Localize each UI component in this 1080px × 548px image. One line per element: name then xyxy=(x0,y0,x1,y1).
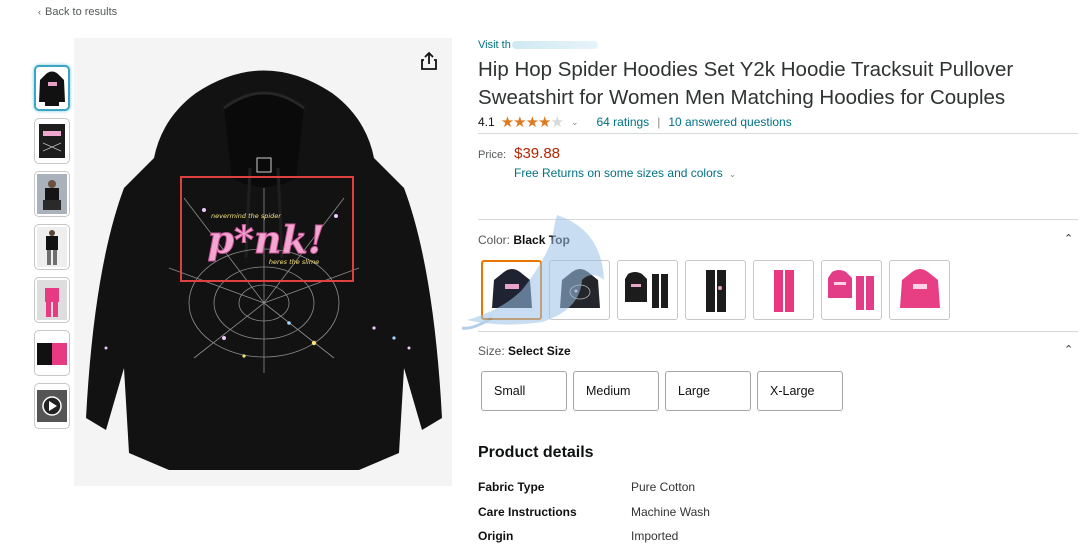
thumbnail-hoodie-detail[interactable] xyxy=(34,118,70,164)
hoodie-illustration: p*nk! nevermind the spider heres the sli… xyxy=(86,70,442,470)
size-small-button[interactable]: Small xyxy=(481,371,567,411)
chevron-up-icon[interactable]: ⌃ xyxy=(1064,343,1073,356)
ratings-count-link[interactable]: 64 ratings xyxy=(596,115,649,129)
thumbnail-pink-set[interactable] xyxy=(34,277,70,323)
hoodie-print-small-top: nevermind the spider xyxy=(211,212,282,220)
chevron-down-icon[interactable]: ⌄ xyxy=(571,117,579,128)
swatch-black-hoodie-back[interactable] xyxy=(549,260,610,320)
selected-color: Black Top xyxy=(513,233,570,247)
thumbnail-strip xyxy=(34,65,70,436)
product-title: Hip Hop Spider Hoodies Set Y2k Hoodie Tr… xyxy=(478,58,1014,109)
rating-value: 4.1 xyxy=(478,115,495,129)
swatch-pink-pants[interactable] xyxy=(753,260,814,320)
free-returns-label: Free Returns on some sizes and colors xyxy=(514,166,723,180)
answered-questions-link[interactable]: 10 answered questions xyxy=(668,115,791,129)
divider xyxy=(478,133,1078,134)
detail-key: Fabric Type xyxy=(478,480,545,494)
separator: | xyxy=(657,115,661,129)
detail-row-origin: Origin Imported xyxy=(478,529,678,543)
color-label-text: Color: xyxy=(478,233,511,247)
chevron-left-icon: ‹ xyxy=(38,7,41,17)
detail-value: Pure Cotton xyxy=(631,480,696,494)
swatch-pink-tracksuit-set[interactable] xyxy=(821,260,882,320)
product-details-heading: Product details xyxy=(478,444,594,461)
size-medium-button[interactable]: Medium xyxy=(573,371,659,411)
detail-row-fabric: Fabric Type Pure Cotton xyxy=(478,480,695,494)
rating-row: 4.1 ★★★★★ ⌄ 64 ratings | 10 answered que… xyxy=(478,113,792,131)
thumbnail-model-standing[interactable] xyxy=(34,224,70,270)
hoodie-print-text: p*nk! xyxy=(207,217,324,262)
size-options: Small Medium Large X-Large xyxy=(481,371,849,411)
swatch-pink-hoodie[interactable] xyxy=(889,260,950,320)
chevron-down-icon: ⌄ xyxy=(728,169,737,179)
size-label-text: Size: xyxy=(478,344,505,358)
hoodie-print-small-bottom: heres the slime xyxy=(269,258,319,266)
price-row: Price: $39.88 xyxy=(478,145,560,162)
share-icon[interactable] xyxy=(418,50,440,72)
detail-value: Imported xyxy=(631,529,679,543)
size-large-button[interactable]: Large xyxy=(665,371,751,411)
free-returns-link[interactable]: Free Returns on some sizes and colors ⌄ xyxy=(514,166,736,180)
swatch-black-hoodie-front[interactable] xyxy=(481,260,542,320)
visit-store-link[interactable]: Visit th xyxy=(478,39,598,51)
main-product-image[interactable]: p*nk! nevermind the spider heres the sli… xyxy=(74,38,452,486)
visit-store-label: Visit th xyxy=(478,39,511,51)
thumbnail-video[interactable] xyxy=(34,383,70,429)
divider xyxy=(478,219,1078,220)
color-swatches xyxy=(481,260,957,320)
back-to-results-link[interactable]: ‹ Back to results xyxy=(38,6,117,18)
price-label: Price: xyxy=(478,149,507,161)
color-label: Color: Black Top xyxy=(478,233,570,247)
thumbnail-model-sitting[interactable] xyxy=(34,171,70,217)
swatch-black-tracksuit-set[interactable] xyxy=(617,260,678,320)
detail-key: Care Instructions xyxy=(478,505,577,519)
detail-row-care: Care Instructions Machine Wash xyxy=(478,505,710,519)
redacted-store-name xyxy=(511,41,598,50)
star-rating-icon[interactable]: ★★★★★ xyxy=(501,113,564,131)
detail-key: Origin xyxy=(478,529,514,543)
chevron-up-icon[interactable]: ⌃ xyxy=(1064,232,1073,245)
swatch-black-pants[interactable] xyxy=(685,260,746,320)
selected-size: Select Size xyxy=(508,344,571,358)
price-value: $39.88 xyxy=(514,145,561,162)
back-to-results-label: Back to results xyxy=(45,6,118,18)
size-xlarge-button[interactable]: X-Large xyxy=(757,371,843,411)
size-label: Size: Select Size xyxy=(478,344,571,358)
thumbnail-hoodie-pink-black[interactable] xyxy=(34,330,70,376)
thumbnail-hoodie-front[interactable] xyxy=(34,65,70,111)
detail-value: Machine Wash xyxy=(631,505,710,519)
divider xyxy=(478,331,1078,332)
